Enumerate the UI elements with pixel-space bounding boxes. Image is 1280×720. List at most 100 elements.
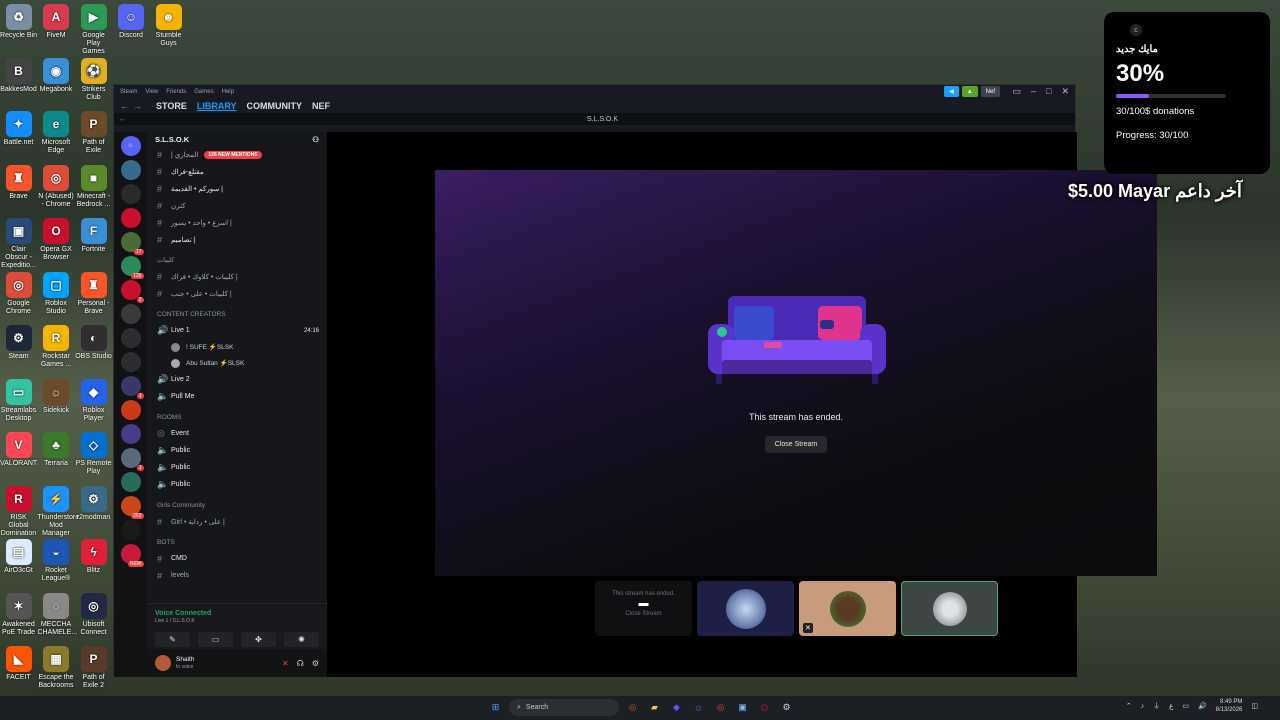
close-stream-button[interactable]: Close Stream (765, 436, 827, 453)
voice-channel-public[interactable]: 🔈 Public (147, 442, 327, 459)
activities-icon[interactable]: ✤ (241, 632, 276, 647)
participant-tile[interactable] (901, 581, 998, 636)
proton-icon[interactable]: ◆ (668, 699, 685, 716)
voice-channel-pull-me[interactable]: 🔈 Pull Me (147, 388, 327, 405)
desktop-icon[interactable]: A FiveM (38, 2, 75, 40)
discord-home-icon[interactable]: ☺ (120, 136, 141, 156)
desktop-icon[interactable]: ☻ Stumble Guys (150, 2, 187, 48)
desktop-icon[interactable]: ♣ Terraria (38, 430, 75, 468)
file-explorer-icon[interactable]: ▰ (646, 699, 663, 716)
category-girls-community[interactable]: Girls Community (147, 497, 327, 513)
steam-menu-help[interactable]: Help (222, 89, 234, 95)
opera-gx-icon[interactable]: O (756, 699, 773, 716)
desktop-icon[interactable]: e Microsoft Edge (38, 109, 75, 155)
steam-menu-view[interactable]: View (145, 89, 158, 95)
stream-tile[interactable]: This stream has ended. ▬ Close Stream (595, 581, 692, 636)
guild-icon[interactable]: 262 (120, 496, 144, 519)
desktop-icon[interactable]: ☺ Discord (113, 2, 150, 40)
server-header[interactable]: S.L.S.O.K ⚇ (147, 132, 327, 146)
chrome-icon[interactable]: ◎ (624, 699, 641, 716)
broadcast-icon[interactable]: ◀ (944, 86, 959, 97)
language-indicator[interactable]: ع (1169, 702, 1173, 710)
desktop-icon[interactable]: ✶ Awakened PoE Trade (0, 591, 37, 637)
desktop-icon[interactable]: ■ Minecraft - Bedrock ... (75, 163, 112, 209)
guild-icon[interactable] (120, 208, 141, 228)
steam-icon[interactable]: ⚙ (778, 699, 795, 716)
volume-icon[interactable]: 🔊 (1198, 702, 1207, 710)
chevron-up-icon[interactable]: ⌃ (1126, 702, 1132, 710)
desktop-icon[interactable]: ⚙ r2modman (75, 484, 112, 522)
steam-menu-friends[interactable]: Friends (166, 89, 186, 95)
desktop-icon[interactable]: ♜ Personal - Brave (75, 270, 112, 316)
nav-user[interactable]: NEF (312, 101, 330, 111)
guild-icon[interactable] (120, 160, 141, 180)
desktop-icon[interactable]: ◌ MECCHA CHAMELE... (38, 591, 77, 637)
steam-user-menu[interactable]: Nef (980, 86, 1000, 97)
desktop-icon[interactable]: ☼ Sidekick (38, 377, 75, 415)
desktop-icon[interactable]: ◆ Roblox Player (75, 377, 112, 423)
guild-icon[interactable] (120, 424, 141, 444)
voice-channel-path[interactable]: Live 1 / S.L.S.O.K (155, 618, 319, 624)
minimize-icon[interactable]: – (1031, 86, 1036, 97)
steam-menu-games[interactable]: Games (194, 89, 213, 95)
usb-icon[interactable]: ⏚ (1153, 701, 1160, 711)
guild-icon[interactable]: 1 (120, 448, 144, 471)
back-arrow-icon[interactable]: ← (114, 116, 130, 123)
guild-icon[interactable]: 1 (120, 376, 144, 399)
desktop-icon[interactable]: P Path of Exile (75, 109, 112, 155)
headphones-icon[interactable]: ☊ (297, 659, 304, 668)
desktop-icon[interactable]: ▣ Clair Obscur - Expeditio... (0, 216, 37, 270)
desktop-icon[interactable]: ◇ PS Remote Play (75, 430, 112, 476)
category-rooms[interactable]: ROOMS (147, 409, 327, 425)
maximize-icon[interactable]: □ (1046, 86, 1051, 97)
guild-icon[interactable] (120, 328, 141, 348)
guild-icon[interactable] (120, 400, 141, 420)
channel-item[interactable]: # مقتلع-فراك (147, 163, 327, 180)
desktop-icon[interactable]: ◣ FACEIT (0, 644, 37, 682)
nav-arrows-icon[interactable]: ←→ (120, 101, 146, 111)
windows-start-icon[interactable]: ⊞ (487, 699, 504, 716)
channel-item[interactable]: # كترن (147, 197, 327, 214)
nav-store[interactable]: STORE (156, 101, 187, 111)
add-user-icon[interactable]: ⚇ (312, 135, 319, 144)
guild-icon[interactable] (120, 520, 141, 540)
desktop-icon[interactable]: ⚽ Strikers Club (75, 56, 112, 102)
desktop-icon[interactable]: R RISK Global Domination (0, 484, 37, 538)
desktop-icon[interactable]: ◎ Ubisoft Connect (75, 591, 112, 637)
screenshot-tool-icon[interactable]: ▣ (734, 699, 751, 716)
channel-item[interactable]: # CMD (147, 550, 327, 567)
desktop-icon[interactable]: ♻ Recycle Bin (0, 2, 37, 40)
desktop-icon[interactable]: ▦ Escape the Backrooms (38, 644, 75, 690)
participant-tile[interactable] (697, 581, 794, 636)
screen-share-icon[interactable]: ▭ (198, 632, 233, 647)
guild-icon[interactable] (120, 184, 141, 204)
desktop-icon[interactable]: ♜ Brave (0, 163, 37, 201)
channel-item[interactable]: # Girl • على • رداية | (147, 513, 327, 530)
desktop-icon[interactable]: ▤ AirO3cGt (0, 537, 37, 575)
category-links[interactable]: كليبات (147, 252, 327, 268)
desktop-icon[interactable]: B BakkesMod (0, 56, 37, 94)
voice-channel-live-2[interactable]: 🔊 Live 2 (147, 371, 327, 388)
network-icon[interactable]: ▭ (1182, 702, 1189, 710)
guild-icon[interactable]: 126 (120, 256, 144, 279)
desktop-icon[interactable]: R Rockstar Games ... (38, 323, 75, 369)
channel-item[interactable]: # اسرع • واحد • يسور | (147, 214, 327, 231)
soundboard-icon[interactable]: ✺ (284, 632, 319, 647)
desktop-icon[interactable]: ▢ Roblox Studio (38, 270, 75, 316)
voice-member[interactable]: ! SUFE ⚡SLSK (147, 339, 327, 355)
microphone-icon[interactable]: ♪ (1141, 703, 1145, 710)
guild-icon[interactable] (120, 352, 141, 372)
desktop-icon[interactable]: ⚙ Steam (0, 323, 37, 361)
desktop-icon[interactable]: O Opera GX Browser (38, 216, 75, 262)
nav-library[interactable]: LIBRARY (197, 101, 237, 111)
guild-icon[interactable]: 2 (120, 280, 144, 303)
category-content-creators[interactable]: CONTENT CREATORS (147, 306, 327, 322)
close-icon[interactable]: ✕ (1061, 86, 1069, 97)
desktop-icon[interactable]: P Path of Exile 2 (75, 644, 112, 690)
voice-channel-public[interactable]: 🔈 Public (147, 476, 327, 493)
desktop-icon[interactable]: ◒ Rocket League® (38, 537, 75, 583)
voice-member[interactable]: Abu Sultan ⚡SLSK (147, 355, 327, 371)
desktop-icon[interactable]: ⚡ Thunderstore Mod Manager (38, 484, 79, 538)
desktop-icon[interactable]: ◎ N (Abused) - Chrome (38, 163, 75, 209)
channel-item[interactable]: # كليبات • كلاوك • فراك | (147, 268, 327, 285)
